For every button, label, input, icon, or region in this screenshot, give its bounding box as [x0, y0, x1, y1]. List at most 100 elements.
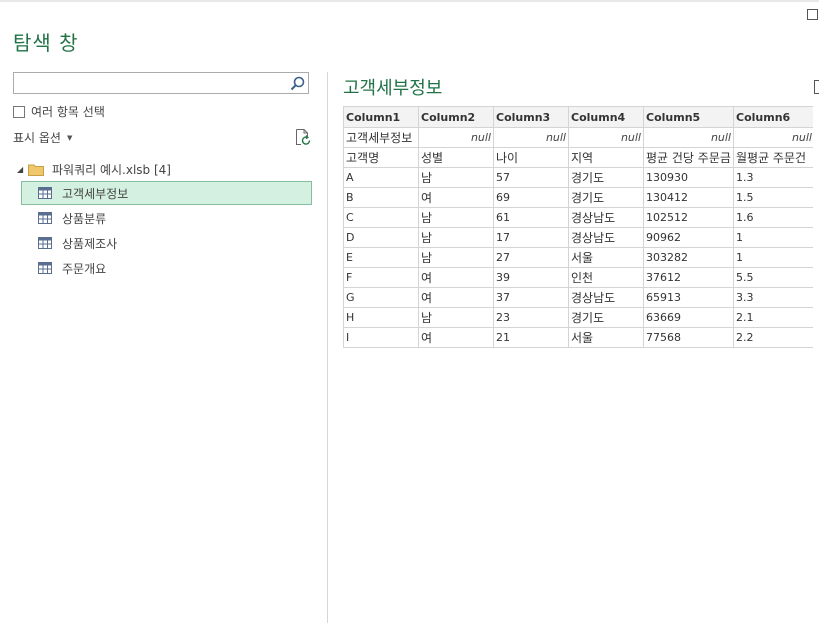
table-cell: 1.5 — [733, 187, 813, 208]
table-cell: G — [343, 287, 419, 308]
table-cell: 63669 — [643, 307, 734, 328]
table-cell: 남 — [418, 167, 494, 188]
column-header[interactable]: Column5 — [643, 106, 734, 128]
table-cell: null — [418, 127, 494, 148]
pane-divider[interactable] — [327, 72, 328, 623]
preview-title: 고객세부정보 — [343, 78, 443, 99]
tree-folder-label: 파워쿼리 예시.xlsb [4] — [52, 162, 171, 177]
table-cell: null — [733, 127, 813, 148]
table-row: A 남 57 경기도 130930 1.3 — [343, 167, 813, 188]
column-header[interactable]: Column2 — [418, 106, 494, 128]
table-cell: B — [343, 187, 419, 208]
preview-table: Column1 Column2 Column3 Column4 Column5 … — [343, 106, 813, 348]
table-cell: 2.2 — [733, 327, 813, 348]
column-header[interactable]: Column3 — [493, 106, 569, 128]
table-cell: 303282 — [643, 247, 734, 268]
table-cell: 37612 — [643, 267, 734, 288]
tree-item-label: 상품분류 — [62, 211, 107, 226]
display-options-label: 표시 옵션 — [13, 131, 61, 145]
table-row: D 남 17 경상남도 90962 1 — [343, 227, 813, 248]
table-cell: 65913 — [643, 287, 734, 308]
tree-item-product-category[interactable]: 상품분류 — [21, 206, 312, 230]
table-icon — [38, 262, 52, 274]
preview-table-container[interactable]: Column1 Column2 Column3 Column4 Column5 … — [343, 106, 813, 348]
table-row: 고객명 성별 나이 지역 평균 건당 주문금 월평균 주문건 — [343, 147, 813, 168]
table-cell: 1.6 — [733, 207, 813, 228]
table-row: I 여 21 서울 77568 2.2 — [343, 327, 813, 348]
multi-select-option[interactable]: 여러 항목 선택 — [13, 103, 105, 120]
table-cell: 평균 건당 주문금 — [643, 147, 734, 168]
maximize-button[interactable] — [807, 9, 818, 20]
table-cell: 130412 — [643, 187, 734, 208]
table-cell: 57 — [493, 167, 569, 188]
table-cell: 경상남도 — [568, 227, 644, 248]
table-cell: 69 — [493, 187, 569, 208]
display-options-dropdown[interactable]: 표시 옵션 ▼ — [13, 129, 72, 146]
table-cell: 서울 — [568, 247, 644, 268]
folder-icon — [28, 164, 44, 176]
table-row: C 남 61 경상남도 102512 1.6 — [343, 207, 813, 228]
table-cell: 경기도 — [568, 307, 644, 328]
table-cell: D — [343, 227, 419, 248]
table-cell: 남 — [418, 307, 494, 328]
table-header-row: Column1 Column2 Column3 Column4 Column5 … — [343, 106, 813, 128]
table-row: G 여 37 경상남도 65913 3.3 — [343, 287, 813, 308]
table-cell: 인천 — [568, 267, 644, 288]
table-cell: 고객세부정보 — [343, 127, 419, 148]
table-cell: 21 — [493, 327, 569, 348]
table-cell: C — [343, 207, 419, 228]
table-cell: 경상남도 — [568, 207, 644, 228]
multi-select-label: 여러 항목 선택 — [31, 105, 105, 119]
tree-item-order-summary[interactable]: 주문개요 — [21, 256, 312, 280]
tree-item-manufacturer[interactable]: 상품제조사 — [21, 231, 312, 255]
table-cell: 37 — [493, 287, 569, 308]
multi-select-checkbox[interactable] — [13, 105, 25, 118]
table-cell: 3.3 — [733, 287, 813, 308]
table-cell: null — [568, 127, 644, 148]
table-cell: 남 — [418, 207, 494, 228]
view-toggle-icon[interactable] — [814, 80, 819, 94]
column-header[interactable]: Column6 — [733, 106, 813, 128]
search-input-box[interactable] — [13, 72, 309, 94]
table-cell: 성별 — [418, 147, 494, 168]
table-cell: 5.5 — [733, 267, 813, 288]
column-header[interactable]: Column4 — [568, 106, 644, 128]
table-cell: 1 — [733, 247, 813, 268]
table-row: B 여 69 경기도 130412 1.5 — [343, 187, 813, 208]
table-cell: 90962 — [643, 227, 734, 248]
table-cell: 여 — [418, 187, 494, 208]
search-input[interactable] — [17, 74, 291, 94]
table-row: H 남 23 경기도 63669 2.1 — [343, 307, 813, 328]
chevron-down-icon: ▼ — [66, 134, 73, 142]
table-cell: 서울 — [568, 327, 644, 348]
table-cell: 월평균 주문건 — [733, 147, 813, 168]
table-cell: E — [343, 247, 419, 268]
refresh-icon[interactable] — [294, 128, 312, 146]
table-cell: null — [493, 127, 569, 148]
table-cell: 77568 — [643, 327, 734, 348]
table-cell: 남 — [418, 227, 494, 248]
tree-item-label: 고객세부정보 — [62, 186, 129, 201]
table-cell: 여 — [418, 327, 494, 348]
tree-folder-workbook[interactable]: ◢ 파워쿼리 예시.xlsb [4] — [17, 160, 171, 178]
table-cell: 17 — [493, 227, 569, 248]
column-header[interactable]: Column1 — [343, 106, 419, 128]
tree-item-label: 상품제조사 — [62, 236, 118, 251]
table-cell: 23 — [493, 307, 569, 328]
table-cell: 2.1 — [733, 307, 813, 328]
table-cell: I — [343, 327, 419, 348]
table-row: E 남 27 서울 303282 1 — [343, 247, 813, 268]
table-cell: 1 — [733, 227, 813, 248]
table-cell: 경상남도 — [568, 287, 644, 308]
collapse-arrow-icon[interactable]: ◢ — [17, 165, 24, 174]
table-cell: 27 — [493, 247, 569, 268]
window-title: 탐색 창 — [13, 31, 79, 55]
tree-item-customer-details[interactable]: 고객세부정보 — [21, 181, 312, 205]
table-cell: null — [643, 127, 734, 148]
table-icon — [38, 237, 52, 249]
table-cell: H — [343, 307, 419, 328]
table-row: F 여 39 인천 37612 5.5 — [343, 267, 813, 288]
search-icon[interactable] — [289, 75, 306, 92]
table-cell: 1.3 — [733, 167, 813, 188]
window-top-edge — [0, 0, 819, 2]
